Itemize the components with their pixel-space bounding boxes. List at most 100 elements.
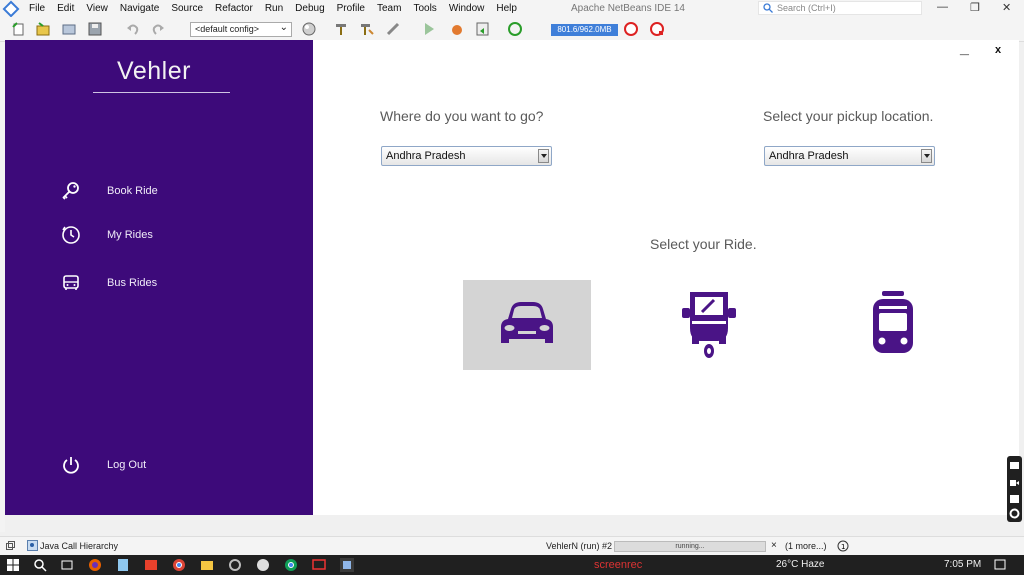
menu-team[interactable]: Team <box>371 3 407 14</box>
ide-menubar: File Edit View Navigate Source Refactor … <box>0 0 1024 17</box>
search-icon <box>763 3 773 13</box>
weather-label[interactable]: 26°C Haze <box>776 559 824 570</box>
menu-tools[interactable]: Tools <box>407 3 442 14</box>
ide-toolbar: <default config> 801.6/962.0MB <box>0 17 1024 42</box>
ide-window-title: Apache NetBeans IDE 14 <box>571 3 685 14</box>
menu-profile[interactable]: Profile <box>331 3 371 14</box>
ride-option-train[interactable] <box>829 280 957 370</box>
bus-icon <box>59 271 83 295</box>
task-view-icon[interactable] <box>60 558 74 572</box>
run-icon[interactable] <box>422 22 436 36</box>
clean-build-icon[interactable] <box>360 22 374 36</box>
settings-app-icon[interactable] <box>228 558 242 572</box>
nav-my-rides[interactable]: My Rides <box>59 223 153 247</box>
ride-option-auto-rickshaw[interactable] <box>645 280 773 370</box>
open-project-icon[interactable] <box>62 22 76 36</box>
build-hammer-icon[interactable] <box>334 22 348 36</box>
nav-bus-rides-label: Bus Rides <box>107 277 158 289</box>
debug-icon[interactable] <box>450 22 464 36</box>
notification-center-icon[interactable] <box>993 558 1007 572</box>
app-minimize-button[interactable]: _ <box>960 40 969 58</box>
menu-refactor[interactable]: Refactor <box>209 3 259 14</box>
nav-book-ride-label: Book Ride <box>107 185 158 197</box>
brand-title: Vehler <box>117 57 191 85</box>
cancel-task-icon[interactable]: × <box>771 540 777 551</box>
ide-close-button[interactable]: ✕ <box>1002 1 1011 14</box>
nav-bus-rides[interactable]: Bus Rides <box>59 271 157 295</box>
sidebar: Vehler Book Ride My Rides Bus Rides Log <box>5 40 313 515</box>
search-placeholder: Search (Ctrl+I) <box>777 3 836 13</box>
redo-icon[interactable] <box>151 22 165 36</box>
notepad-icon[interactable] <box>116 558 130 572</box>
more-tasks-label[interactable]: (1 more...) <box>785 541 827 551</box>
remote-app-icon[interactable] <box>312 558 326 572</box>
call-hierarchy-icon[interactable] <box>27 540 38 551</box>
profiler-snapshot-icon[interactable] <box>624 22 638 36</box>
camera-icon[interactable] <box>1009 460 1020 470</box>
nav-book-ride[interactable]: Book Ride <box>59 179 158 203</box>
menu-window[interactable]: Window <box>443 3 491 14</box>
windows-taskbar: screenrec 26°C Haze 7:05 PM <box>0 555 1024 575</box>
vehler-app-window: Vehler Book Ride My Rides Bus Rides Log <box>5 40 1019 515</box>
ide-minimize-button[interactable]: — <box>937 1 948 13</box>
menu-edit[interactable]: Edit <box>51 3 80 14</box>
menu-debug[interactable]: Debug <box>289 3 330 14</box>
power-icon <box>59 453 83 477</box>
brand-divider <box>93 92 230 93</box>
menu-source[interactable]: Source <box>165 3 209 14</box>
pickup-select[interactable]: Andhra Pradesh <box>764 146 935 166</box>
run-progress-bar: running... <box>614 541 766 552</box>
chrome-profile-icon[interactable] <box>284 558 298 572</box>
ide-restore-button[interactable]: ❐ <box>970 1 980 14</box>
clock-icon <box>59 223 83 247</box>
nav-log-out[interactable]: Log Out <box>59 453 146 477</box>
deploy-icon[interactable] <box>386 22 400 36</box>
config-select[interactable]: <default config> <box>190 21 292 37</box>
clock-label[interactable]: 7:05 PM <box>944 559 981 570</box>
new-file-icon[interactable] <box>12 22 26 36</box>
ide-search-box[interactable]: Search (Ctrl+I) <box>758 1 922 15</box>
firefox-icon[interactable] <box>88 558 102 572</box>
call-hierarchy-tab[interactable]: Java Call Hierarchy <box>40 541 118 551</box>
save-all-icon[interactable] <box>88 22 102 36</box>
new-project-icon[interactable] <box>36 22 50 36</box>
netbeans-taskbar-icon[interactable] <box>340 558 354 572</box>
key-icon <box>59 179 83 203</box>
destination-label: Where do you want to go? <box>380 108 544 124</box>
globe-icon[interactable] <box>302 22 316 36</box>
destination-select[interactable]: Andhra Pradesh <box>381 146 552 166</box>
profiler-stop-icon[interactable] <box>650 22 664 36</box>
media-app-icon[interactable] <box>144 558 158 572</box>
screenrec-watermark: screenrec <box>594 559 643 571</box>
pickup-label: Select your pickup location. <box>763 108 934 124</box>
run-status-label: VehlerN (run) #2 <box>546 541 613 551</box>
video-icon[interactable] <box>1009 478 1020 488</box>
gear-icon[interactable] <box>1009 508 1020 519</box>
memory-usage-bar[interactable]: 801.6/962.0MB <box>551 24 618 36</box>
ride-option-car[interactable] <box>463 280 591 370</box>
menu-view[interactable]: View <box>80 3 114 14</box>
profile-icon[interactable] <box>476 22 490 36</box>
netbeans-logo-icon <box>2 0 20 17</box>
menu-navigate[interactable]: Navigate <box>114 3 165 14</box>
ide-statusbar: Java Call Hierarchy VehlerN (run) #2 run… <box>0 536 1024 555</box>
chrome-icon[interactable] <box>172 558 186 572</box>
gc-icon[interactable] <box>508 22 522 36</box>
menu-file[interactable]: File <box>23 3 51 14</box>
app-icon[interactable] <box>256 558 270 572</box>
menu-run[interactable]: Run <box>259 3 289 14</box>
gallery-icon[interactable] <box>1009 494 1020 504</box>
pickup-select-value: Andhra Pradesh <box>769 150 849 162</box>
screen-recorder-toolbar <box>1007 456 1022 522</box>
chevron-down-icon <box>538 149 549 163</box>
notifications-icon[interactable]: 1 <box>837 540 849 552</box>
undo-icon[interactable] <box>126 22 140 36</box>
chevron-down-icon <box>921 149 932 163</box>
windows-start-icon[interactable] <box>6 558 20 572</box>
app-close-button[interactable]: x <box>995 44 1001 56</box>
file-explorer-icon[interactable] <box>200 558 214 572</box>
restore-window-icon[interactable] <box>6 541 15 550</box>
nav-my-rides-label: My Rides <box>107 229 153 241</box>
search-icon[interactable] <box>33 558 47 572</box>
menu-help[interactable]: Help <box>490 3 523 14</box>
